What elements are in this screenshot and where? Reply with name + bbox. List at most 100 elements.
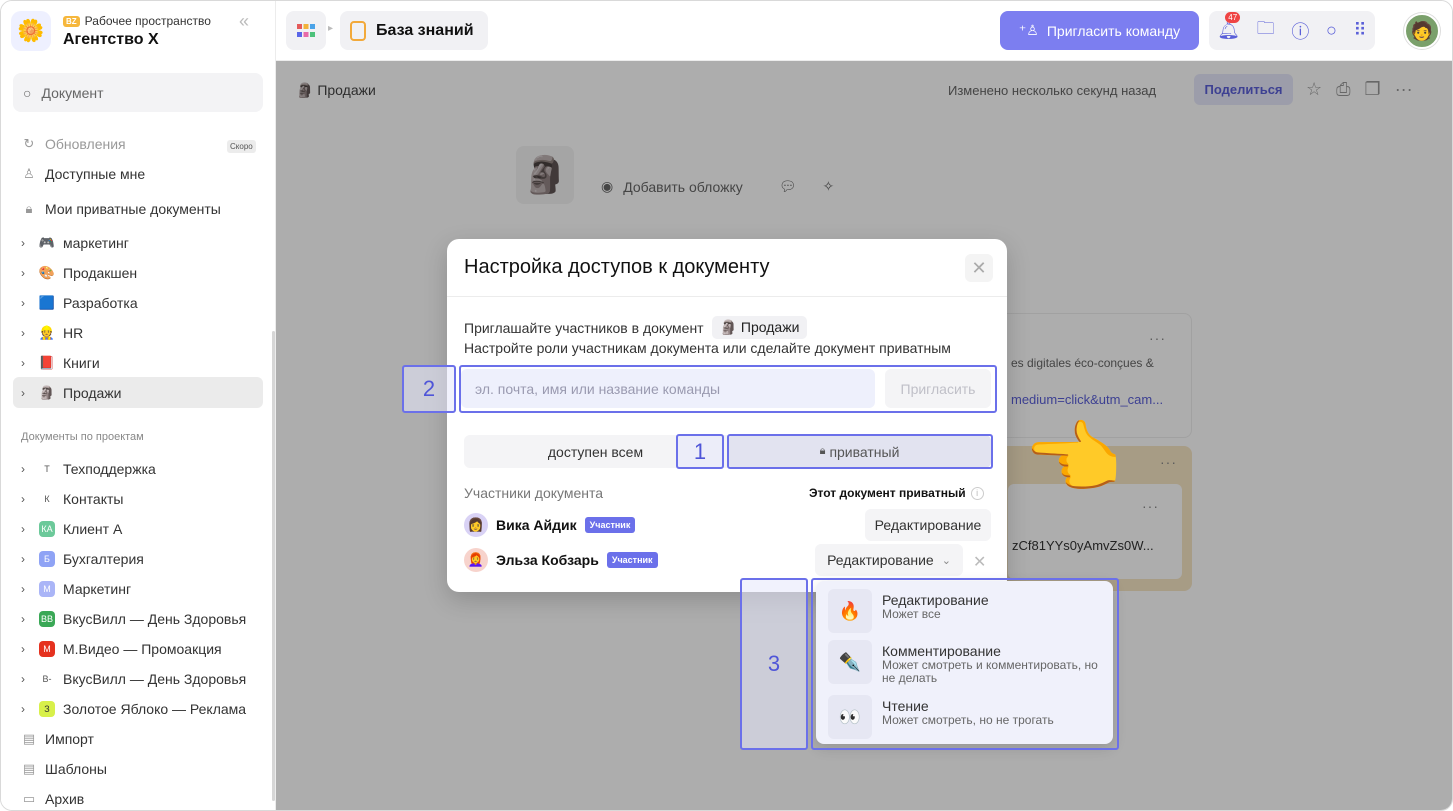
sidebar-item-label: Бухгалтерия — [63, 551, 144, 567]
chevron-right-icon[interactable]: › — [21, 642, 31, 656]
callout-2: 2 — [402, 365, 456, 413]
invite-text: Приглашайте участников в документ — [464, 319, 704, 336]
sidebar-item-project[interactable]: › В- ВкусВилл — День Здоровья — [21, 667, 261, 691]
project-icon: ВВ — [39, 611, 55, 627]
members-title: Участники документа — [464, 485, 604, 501]
chevron-right-icon[interactable]: › — [21, 386, 31, 400]
avatar[interactable]: 🧑 — [1404, 13, 1440, 49]
info-icon[interactable]: i — [970, 486, 984, 500]
sidebar-item-space[interactable]: › 🎮 маркетинг — [21, 231, 261, 255]
sidebar-item-project[interactable]: › К Контакты — [21, 487, 261, 511]
sidebar-item-shared[interactable]: ♙ Доступные мне — [21, 162, 261, 186]
apps-dots-icon[interactable]: ⠿ — [1353, 20, 1366, 41]
document-icon — [350, 20, 366, 41]
workspace-logo: 🌼 — [11, 11, 51, 51]
search-icon[interactable]: ○ — [1326, 20, 1337, 41]
collapse-sidebar-icon[interactable]: « — [239, 11, 249, 32]
sidebar-item-space[interactable]: › 🎨 Продакшен — [21, 261, 261, 285]
project-icon: М — [39, 641, 55, 657]
sidebar-item-updates[interactable]: ↻ Обновления — [21, 132, 261, 156]
chevron-right-icon[interactable]: › — [21, 236, 31, 250]
sidebar-item-project[interactable]: › М Маркетинг — [21, 577, 261, 601]
soon-badge: Скоро — [227, 140, 256, 153]
sidebar-item-archive[interactable]: ▭ Архив — [21, 787, 261, 810]
sidebar-item-project[interactable]: › М М.Видео — Промоакция — [21, 637, 261, 661]
search-icon: ○ — [23, 84, 32, 101]
sidebar-item-label: Техподдержка — [63, 461, 156, 477]
workspace-name: Агентство X — [63, 31, 159, 48]
workspace-badge: BZ — [63, 15, 80, 27]
sidebar-item-project[interactable]: › КА Клиент А — [21, 517, 261, 541]
chevron-right-icon[interactable]: › — [21, 296, 31, 310]
chevron-right-icon[interactable]: › — [21, 356, 31, 370]
chevron-right-icon[interactable]: › — [21, 612, 31, 626]
invite-team-button[interactable]: ⁺♙ Пригласить команду — [1000, 11, 1199, 50]
sidebar-item-label: маркетинг — [63, 235, 129, 251]
space-icon: 🎨 — [38, 265, 56, 280]
project-icon: З — [39, 701, 55, 717]
roles-hint: Настройте роли участникам документа или … — [464, 340, 951, 356]
sidebar: 🌼 BZ Рабочее пространство Агентство X « … — [1, 1, 276, 810]
role-select[interactable]: Редактирование ⌄ — [815, 544, 963, 576]
document-chip: 🗿 Продажи — [711, 316, 808, 339]
workspace-label: Рабочее пространство — [84, 14, 211, 28]
remove-member-icon[interactable]: ✕ — [973, 552, 986, 572]
sidebar-item-space[interactable]: › 🟦 Разработка — [21, 291, 261, 315]
chevron-right-icon[interactable]: › — [21, 552, 31, 566]
sidebar-item-label: Маркетинг — [63, 581, 132, 597]
bell-icon[interactable]: 🔔︎ 47 — [1217, 12, 1241, 41]
space-icon: 📕 — [38, 355, 56, 370]
space-icon: 🟦 — [38, 295, 56, 310]
chevron-right-icon[interactable]: › — [21, 582, 31, 596]
sidebar-item-space[interactable]: › 🗿 Продажи — [21, 381, 261, 405]
divider — [447, 296, 1007, 297]
project-icon: Б — [39, 551, 55, 567]
chevron-right-icon[interactable]: › — [21, 266, 31, 280]
chevron-right-icon[interactable]: › — [21, 462, 31, 476]
breadcrumb[interactable]: База знаний — [340, 11, 488, 50]
sidebar-scrollbar[interactable] — [272, 331, 275, 801]
sidebar-item-project[interactable]: › Б Бухгалтерия — [21, 547, 261, 571]
chevron-right-icon[interactable]: › — [21, 702, 31, 716]
callout-1-frame — [727, 434, 993, 469]
sidebar-item-project[interactable]: › З Золотое Яблоко — Реклама — [21, 697, 261, 721]
sidebar-item-import[interactable]: ▤ Импорт — [21, 727, 261, 751]
sidebar-item-label: Продажи — [63, 385, 122, 401]
project-icon: Т — [39, 461, 55, 477]
chevron-right-icon[interactable]: › — [21, 672, 31, 686]
private-note: Этот документ приватный i — [809, 486, 984, 500]
workspace-switcher[interactable]: 🌼 BZ Рабочее пространство Агентство X — [11, 11, 266, 51]
help-icon[interactable]: ⓘ — [1291, 18, 1309, 44]
sidebar-item-label: Разработка — [63, 295, 138, 311]
close-icon[interactable]: ✕ — [965, 254, 993, 282]
chevron-right-icon[interactable]: › — [21, 522, 31, 536]
role-select[interactable]: Редактирование — [865, 509, 991, 541]
sidebar-item-label: Золотое Яблоко — Реклама — [63, 701, 247, 717]
search-placeholder: Документ — [41, 84, 104, 101]
sidebar-item-label: HR — [63, 325, 84, 341]
sidebar-item-templates[interactable]: ▤ Шаблоны — [21, 757, 261, 781]
callout-2-frame — [459, 365, 997, 413]
chevron-right-icon[interactable]: › — [21, 492, 31, 506]
pointing-hand-icon: 👈 — [1023, 414, 1123, 503]
dialog-title: Настройка доступов к документу — [464, 256, 770, 278]
folder-icon[interactable]: 🗀 — [1257, 16, 1275, 46]
sidebar-item-private[interactable]: 🔒︎ Мои приватные документы — [21, 197, 261, 221]
avatar: 👩 — [464, 513, 488, 537]
sidebar-item-label: ВкусВилл — День Здоровья — [63, 671, 247, 687]
sidebar-item-label: М.Видео — Промоакция — [63, 641, 222, 657]
role-badge: Участник — [606, 552, 658, 568]
projects-section-title: Документы по проектам — [21, 431, 144, 443]
apps-grid-button[interactable] — [286, 11, 326, 50]
sidebar-item-project[interactable]: › Т Техподдержка — [21, 457, 261, 481]
search-input[interactable]: ○ Документ — [13, 73, 263, 112]
member-name: Вика Айдик — [496, 517, 577, 533]
sidebar-item-project[interactable]: › ВВ ВкусВилл — День Здоровья — [21, 607, 261, 631]
chevron-right-icon[interactable]: › — [21, 326, 31, 340]
space-icon: 🎮 — [38, 235, 56, 250]
sidebar-item-label: ВкусВилл — День Здоровья — [63, 611, 247, 627]
apps-grid-icon — [297, 23, 315, 37]
sidebar-item-space[interactable]: › 👷 HR — [21, 321, 261, 345]
sidebar-item-space[interactable]: › 📕 Книги — [21, 351, 261, 375]
callout-3-frame — [811, 578, 1119, 750]
